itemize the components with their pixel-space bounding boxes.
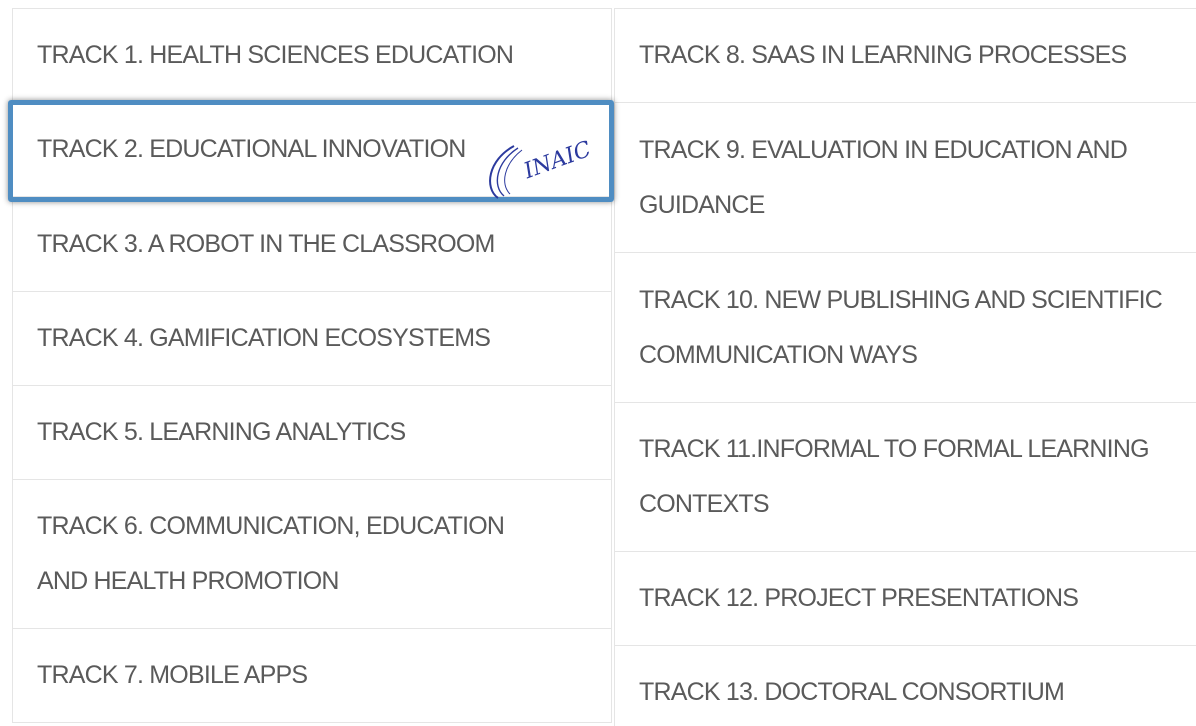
track-label-8: TRACK 8. SAAS IN LEARNING PROCESSES [639,41,1127,69]
track-label-1: TRACK 1. HEALTH SCIENCES EDUCATION [37,41,514,69]
track-item-6[interactable]: TRACK 6. COMMUNICATION, EDUCATION AND HE… [12,479,612,629]
track-label-13: TRACK 13. DOCTORAL CONSORTIUM [639,678,1065,706]
track-item-8[interactable]: TRACK 8. SAAS IN LEARNING PROCESSES [614,8,1196,103]
track-label-2: TRACK 2. EDUCATIONAL INNOVATION [37,135,466,163]
track-item-4[interactable]: TRACK 4. GAMIFICATION ECOSYSTEMS [12,291,612,386]
tracks-page: TRACK 1. HEALTH SCIENCES EDUCATION TRACK… [0,0,1196,726]
track-item-13[interactable]: TRACK 13. DOCTORAL CONSORTIUM [614,645,1196,726]
track-item-7[interactable]: TRACK 7. MOBILE APPS [12,628,612,723]
track-item-9[interactable]: TRACK 9. EVALUATION IN EDUCATION AND GUI… [614,102,1196,253]
track-item-11[interactable]: TRACK 11.INFORMAL TO FORMAL LEARNING CON… [614,402,1196,552]
track-label-11: TRACK 11.INFORMAL TO FORMAL LEARNING CON… [639,435,1150,518]
track-label-4: TRACK 4. GAMIFICATION ECOSYSTEMS [37,324,491,352]
track-item-1[interactable]: TRACK 1. HEALTH SCIENCES EDUCATION [12,8,612,103]
track-item-12[interactable]: TRACK 12. PROJECT PRESENTATIONS [614,551,1196,646]
track-label-5: TRACK 5. LEARNING ANALYTICS [37,418,406,446]
track-label-12: TRACK 12. PROJECT PRESENTATIONS [639,584,1079,612]
track-label-9: TRACK 9. EVALUATION IN EDUCATION AND GUI… [639,135,1128,219]
logo-text: INAIC [520,137,595,185]
inaic-logo-icon: INAIC [489,137,595,199]
track-item-10[interactable]: TRACK 10. NEW PUBLISHING AND SCIENTIFIC … [614,252,1196,403]
track-label-10: TRACK 10. NEW PUBLISHING AND SCIENTIFIC … [639,285,1163,369]
track-label-3: TRACK 3. A ROBOT IN THE CLASSROOM [37,229,495,258]
track-item-3[interactable]: TRACK 3. A ROBOT IN THE CLASSROOM [12,196,612,292]
track-label-7: TRACK 7. MOBILE APPS [37,661,308,689]
track-label-6: TRACK 6. COMMUNICATION, EDUCATION AND HE… [37,512,505,595]
track-item-5[interactable]: TRACK 5. LEARNING ANALYTICS [12,385,612,480]
